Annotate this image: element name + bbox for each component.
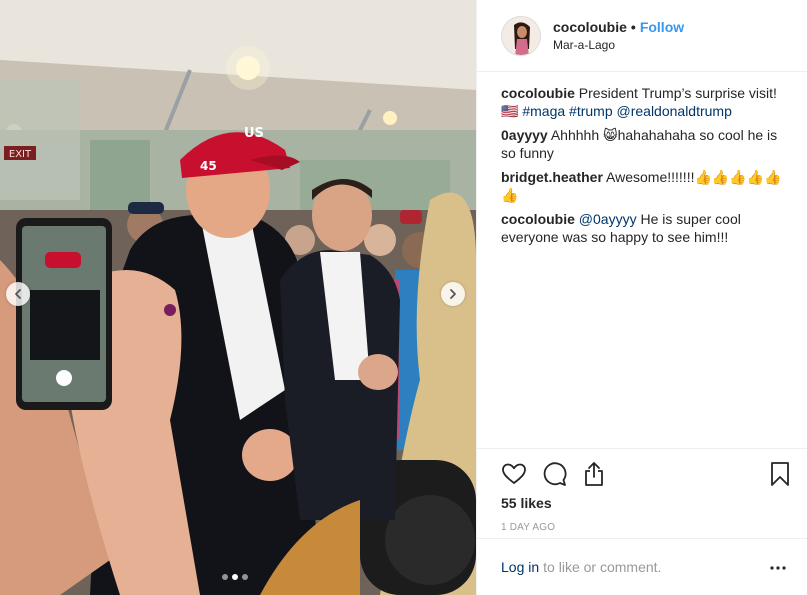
share-icon	[585, 462, 603, 486]
comments-list: cocoloubie President Trump’s surprise vi…	[501, 84, 793, 252]
ellipsis-icon	[770, 566, 786, 570]
flag-emoji: 🇺🇸	[501, 103, 519, 119]
more-options-button[interactable]	[769, 559, 787, 577]
login-prompt-text: to like or comment.	[543, 559, 662, 575]
carousel-dot	[242, 574, 248, 580]
comment: 0ayyyy Ahhhhh 😸hahahahaha so cool he is …	[501, 126, 793, 162]
photo-scene: EXIT 45 US	[0, 0, 476, 595]
carousel-indicator	[222, 574, 248, 580]
likes-count[interactable]: 55 likes	[501, 495, 552, 511]
next-photo-button[interactable]	[441, 282, 465, 306]
caption-text: President Trump’s surprise visit!	[578, 85, 777, 101]
avatar-image	[502, 16, 540, 55]
comment: bridget.heather Awesome!!!!!!!👍👍👍👍👍👍	[501, 168, 793, 204]
like-button[interactable]	[501, 461, 527, 487]
chevron-right-icon	[450, 289, 456, 299]
comment-username[interactable]: cocoloubie	[501, 211, 575, 227]
login-link[interactable]: Log in	[501, 559, 539, 575]
caption: cocoloubie President Trump’s surprise vi…	[501, 84, 793, 120]
mention-realdonaldtrump[interactable]: @realdonaldtrump	[617, 103, 732, 119]
share-button[interactable]	[581, 461, 607, 487]
cap-number: 45	[200, 159, 217, 173]
bookmark-icon	[771, 462, 789, 486]
hashtag-trump[interactable]: #trump	[569, 103, 613, 119]
header-bullet: •	[630, 19, 636, 35]
heart-icon	[502, 463, 526, 484]
likes-label: likes	[520, 495, 552, 511]
header-username[interactable]: cocoloubie	[553, 19, 627, 35]
post-header: cocoloubie • Follow Mar-a-Lago	[477, 0, 807, 72]
post-actions-area: 55 likes 1 DAY AGO	[477, 448, 807, 533]
location-link[interactable]: Mar-a-Lago	[553, 38, 684, 52]
previous-photo-button[interactable]	[6, 282, 30, 306]
comment: cocoloubie @0ayyyy He is super cool ever…	[501, 210, 793, 246]
comment-username[interactable]: 0ayyyy	[501, 127, 548, 143]
comment-button[interactable]	[541, 461, 567, 487]
speech-bubble-icon	[543, 462, 567, 486]
post-side-panel: cocoloubie • Follow Mar-a-Lago cocoloubi…	[476, 0, 807, 595]
comment-username[interactable]: bridget.heather	[501, 169, 603, 185]
action-icons	[501, 461, 793, 487]
instagram-post: EXIT 45 US cocoloubie • Follow Mar-a-Lag…	[0, 0, 807, 595]
hashtag-maga[interactable]: #maga	[522, 103, 565, 119]
likes-number: 55	[501, 495, 517, 511]
chevron-left-icon	[15, 289, 21, 299]
post-photo[interactable]: EXIT 45 US	[0, 0, 476, 595]
exit-sign: EXIT	[9, 149, 32, 160]
follow-button[interactable]: Follow	[640, 19, 684, 35]
carousel-dot-active	[232, 574, 238, 580]
comment-mention[interactable]: @0ayyyy	[579, 211, 637, 227]
caption-username[interactable]: cocoloubie	[501, 85, 575, 101]
post-timestamp: 1 DAY AGO	[501, 522, 556, 533]
cap-letters: US	[244, 126, 264, 141]
header-user-line: cocoloubie • Follow	[553, 19, 684, 35]
save-button[interactable]	[767, 461, 793, 487]
carousel-dot	[222, 574, 228, 580]
header-text: cocoloubie • Follow Mar-a-Lago	[553, 19, 684, 52]
login-prompt: Log in to like or comment.	[477, 538, 807, 595]
avatar[interactable]	[501, 15, 541, 56]
